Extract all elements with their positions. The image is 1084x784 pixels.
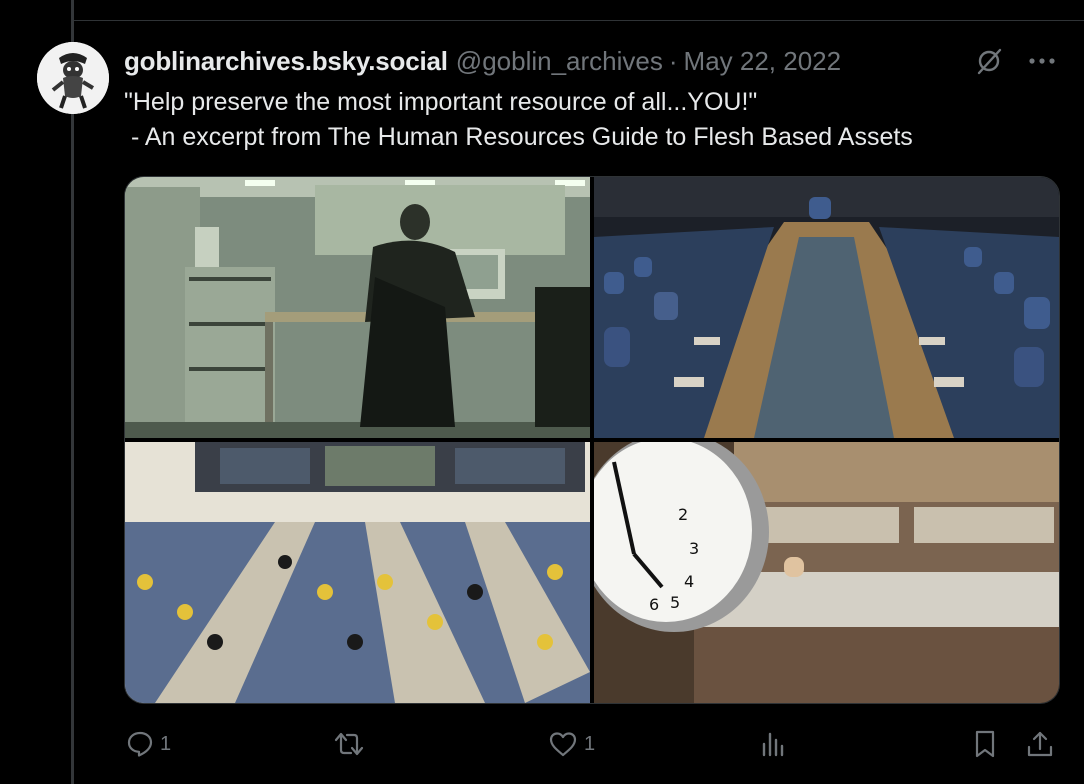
heart-icon	[549, 732, 577, 757]
clock-numeral: 2	[678, 505, 688, 524]
post-text-line-1: "Help preserve the most important resour…	[124, 88, 758, 116]
goblin-avatar-icon	[37, 42, 109, 114]
conference-room-photo[interactable]	[594, 177, 1059, 438]
views-button[interactable]	[760, 724, 788, 764]
share-icon	[1027, 731, 1053, 757]
separator-dot: ·	[668, 45, 678, 76]
post-actions: 1 1	[124, 724, 1058, 764]
avatar[interactable]	[37, 42, 109, 114]
bookmark-button[interactable]	[972, 724, 998, 764]
clock-numeral: 4	[684, 572, 694, 591]
like-count: 1	[584, 732, 596, 755]
clock-office-photo[interactable]: 2 3 4 5 6	[594, 442, 1059, 703]
clock-numeral: 3	[689, 539, 699, 558]
reply-button[interactable]: 1	[126, 724, 171, 764]
repost-button[interactable]	[334, 724, 370, 764]
clock-numeral: 6	[649, 595, 659, 614]
media-grid: 2 3 4 5 6	[124, 176, 1060, 704]
grok-icon[interactable]	[974, 46, 1004, 76]
header-icons	[974, 44, 1056, 78]
post-page: goblinarchives.bsky.social @goblin_archi…	[0, 0, 1084, 784]
reply-count: 1	[160, 732, 172, 755]
more-icon[interactable]	[1028, 57, 1056, 65]
post-date[interactable]: May 22, 2022	[684, 46, 842, 77]
thread-line	[71, 0, 74, 784]
repost-icon	[334, 732, 364, 756]
bookmark-icon	[975, 730, 995, 758]
office-cubicle-photo[interactable]	[125, 177, 590, 438]
display-name[interactable]: goblinarchives.bsky.social	[124, 46, 448, 77]
handle[interactable]: @goblin_archives	[456, 46, 663, 77]
post-text: "Help preserve the most important resour…	[124, 85, 1054, 155]
clock-numeral: 5	[670, 593, 680, 612]
analytics-icon	[762, 732, 784, 757]
divider	[74, 20, 1084, 21]
like-button[interactable]: 1	[548, 724, 595, 764]
share-button[interactable]	[1026, 724, 1054, 764]
post-header: goblinarchives.bsky.social @goblin_archi…	[124, 44, 841, 78]
control-room-photo[interactable]	[125, 442, 590, 703]
reply-icon	[127, 731, 153, 757]
post-text-line-2: - An excerpt from The Human Resources Gu…	[124, 123, 913, 151]
